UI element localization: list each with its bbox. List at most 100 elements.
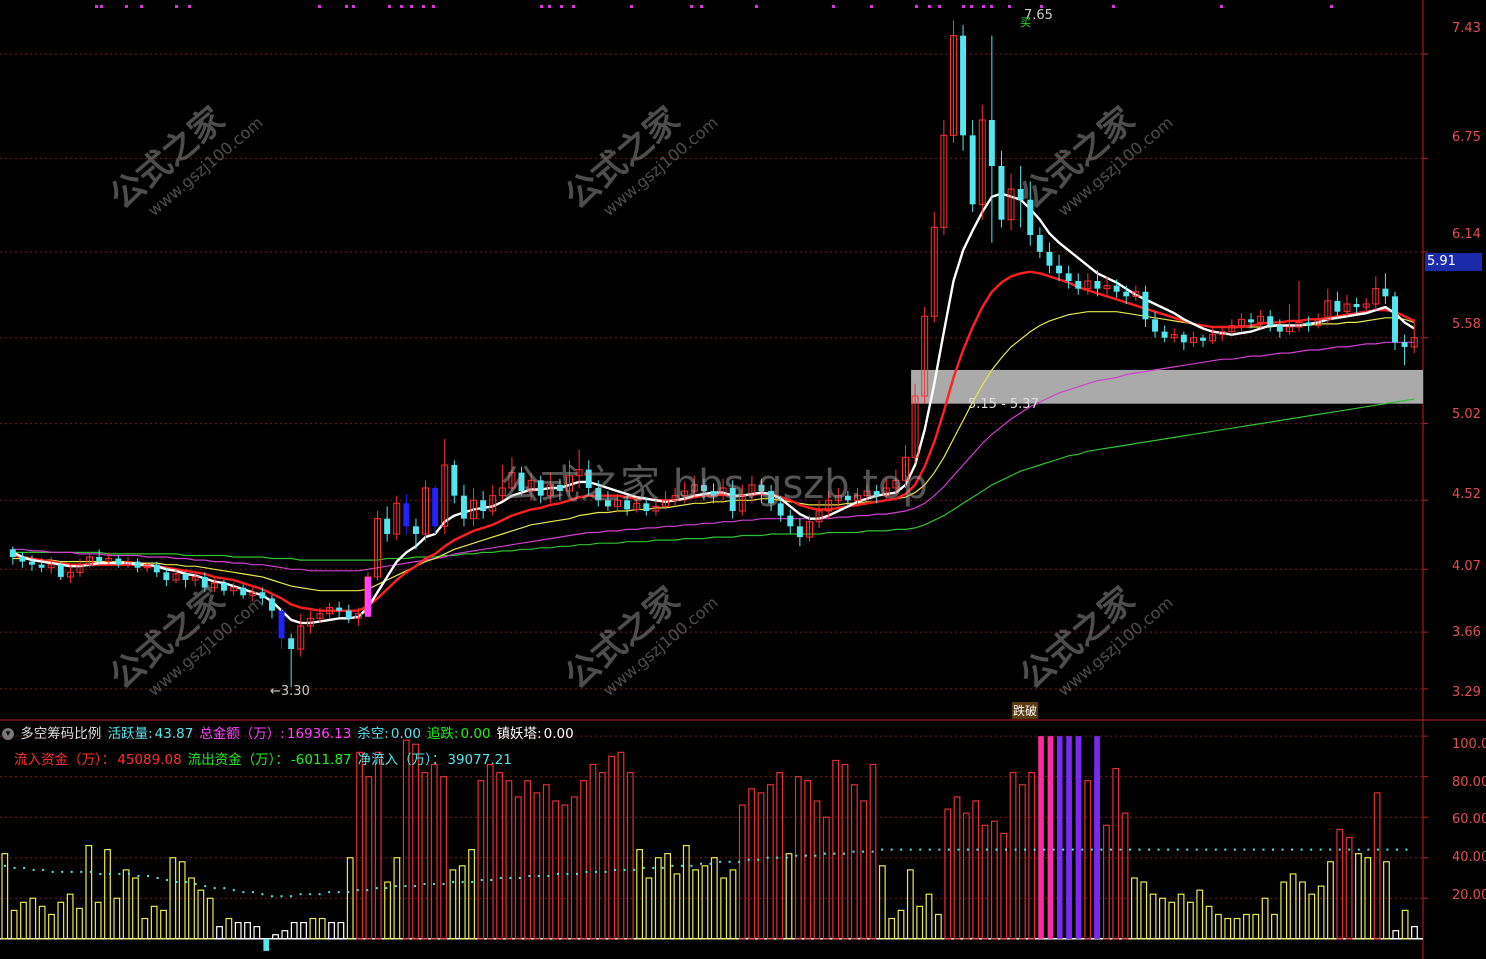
- activity-dot: [842, 852, 845, 855]
- candle-body: [96, 557, 103, 562]
- indicator-bar: [841, 763, 849, 940]
- price-tick: 6.14: [1452, 227, 1481, 242]
- indicator-bar: [729, 869, 737, 940]
- activity-dot: [1262, 848, 1265, 851]
- indicator-bar: [645, 877, 653, 940]
- indicator-bar: [253, 926, 261, 940]
- activity-dot: [80, 870, 83, 873]
- indicator-bar: [234, 921, 242, 940]
- activity-dot: [290, 895, 293, 898]
- activity-dot: [147, 874, 150, 877]
- activity-dot: [852, 850, 855, 853]
- activity-dot: [242, 891, 245, 894]
- indicator-bar: [514, 796, 522, 940]
- activity-dot: [185, 881, 188, 884]
- indicator-bar-peak: [1094, 768, 1100, 939]
- activity-dot: [814, 854, 817, 857]
- indicator-bar: [356, 751, 363, 940]
- activity-dot: [490, 879, 493, 882]
- indicator-bar: [281, 930, 289, 940]
- indicator-bar: [38, 905, 46, 940]
- signal-dot: [915, 5, 918, 8]
- activity-dot: [1329, 848, 1332, 851]
- indicator-bar: [1205, 905, 1213, 940]
- indicator-bar: [1018, 784, 1026, 940]
- activity-dot: [900, 848, 903, 851]
- fund-flow-value: -6011.87: [290, 752, 352, 768]
- indicator-bar: [757, 792, 765, 940]
- candle-body: [1200, 337, 1207, 341]
- indicator-bar: [29, 897, 37, 940]
- indicator-bar: [1327, 861, 1334, 940]
- signal-dot: [125, 5, 128, 8]
- indicator-bar: [216, 926, 223, 940]
- activity-dot: [719, 860, 722, 863]
- candle-body: [1353, 304, 1360, 308]
- activity-dot: [1005, 848, 1008, 851]
- activity-dot: [957, 848, 960, 851]
- indicator-metric-label: 活跃量:: [107, 726, 153, 742]
- candle-body: [1046, 251, 1053, 266]
- indicator-bar: [617, 751, 625, 940]
- collapse-icon[interactable]: ▾: [2, 728, 14, 740]
- buy-marker: 买: [1020, 16, 1031, 29]
- indicator-bar: [188, 877, 195, 940]
- fund-flow-label: 流出资金（万）：: [187, 752, 289, 768]
- support-zone-label: 5.15 - 5.37: [968, 397, 1039, 412]
- activity-dot: [423, 883, 426, 886]
- indicator-bar: [1261, 897, 1269, 940]
- indicator-bar: [897, 909, 905, 940]
- candle-body: [1065, 273, 1072, 281]
- candle-body: [480, 500, 487, 511]
- activity-dot: [194, 883, 197, 886]
- activity-dot: [1395, 848, 1398, 851]
- activity-dot: [1271, 848, 1274, 851]
- activity-dot: [1090, 848, 1093, 851]
- indicator-bar: [962, 812, 970, 940]
- indicator-legend-row1: ▾ 多空筹码比例 活跃量: 43.87 总金额（万）: 16936.13 杀空: 0.00…: [0, 722, 582, 742]
- indicator-bar: [580, 780, 588, 940]
- indicator-bar: [318, 917, 326, 940]
- indicator-bar: [66, 893, 74, 940]
- indicator-tick: 80.00: [1452, 775, 1486, 790]
- indicator-bar: [468, 849, 475, 940]
- activity-dot: [766, 856, 769, 859]
- activity-dot: [966, 848, 969, 851]
- activity-dot: [223, 887, 226, 890]
- indicator-bar: [1047, 736, 1054, 939]
- activity-dot: [127, 872, 130, 875]
- indicator-bar: [449, 869, 457, 940]
- candle-body: [153, 564, 160, 573]
- activity-dot: [661, 866, 664, 869]
- indicator-bar: [1345, 836, 1353, 940]
- fund-flow-value: 39077.21: [447, 752, 512, 768]
- indicator-name[interactable]: 多空筹码比例: [20, 726, 101, 742]
- activity-dot: [1376, 848, 1379, 851]
- activity-dot: [976, 848, 979, 851]
- indicator-bar: [122, 869, 130, 940]
- activity-dot: [1176, 848, 1179, 851]
- indicator-metric-label: 追跌:: [426, 726, 459, 742]
- activity-dot: [537, 874, 540, 877]
- candle-body: [1267, 316, 1274, 326]
- activity-dot: [1109, 848, 1112, 851]
- activity-dot: [833, 852, 836, 855]
- candle-body: [115, 558, 122, 565]
- activity-dot: [108, 872, 111, 875]
- indicator-bar: [850, 784, 858, 940]
- candle-body: [1248, 319, 1254, 323]
- activity-dot: [1119, 848, 1122, 851]
- signal-dot: [700, 5, 703, 8]
- indicator-bar: [934, 913, 942, 940]
- candle-body: [268, 598, 275, 611]
- activity-dot: [633, 868, 636, 871]
- activity-dot: [461, 881, 464, 884]
- activity-dot: [1233, 848, 1236, 851]
- indicator-bar: [860, 800, 868, 940]
- activity-dot: [1310, 848, 1313, 851]
- activity-dot: [738, 860, 741, 863]
- signal-dot: [870, 5, 873, 8]
- indicator-metric-value: 0.00: [390, 726, 421, 742]
- activity-dot: [699, 862, 702, 865]
- indicator-bar: [1355, 853, 1362, 940]
